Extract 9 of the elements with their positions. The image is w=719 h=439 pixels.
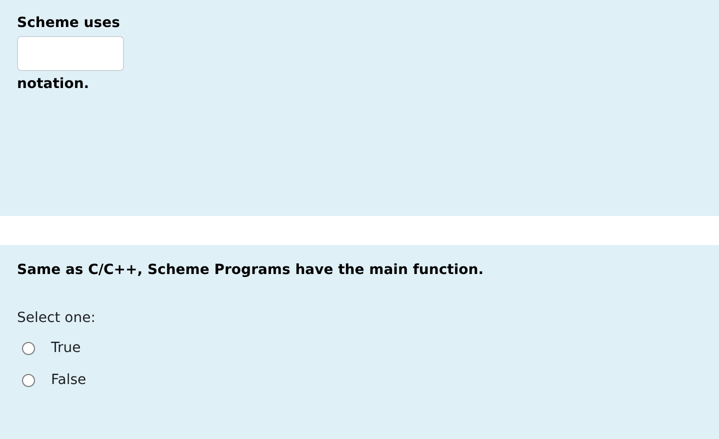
select-prompt: Select one: xyxy=(17,309,96,327)
radio-button[interactable] xyxy=(22,342,35,354)
question-text: Same as C/C++, Scheme Programs have the main function. xyxy=(17,261,485,279)
question-text: Scheme uses xyxy=(17,14,121,32)
option-label: True xyxy=(51,339,81,357)
radio-button[interactable] xyxy=(22,374,35,386)
question-text: notation. xyxy=(17,75,90,93)
answer-field[interactable] xyxy=(17,36,124,71)
option-label: False xyxy=(51,371,86,389)
